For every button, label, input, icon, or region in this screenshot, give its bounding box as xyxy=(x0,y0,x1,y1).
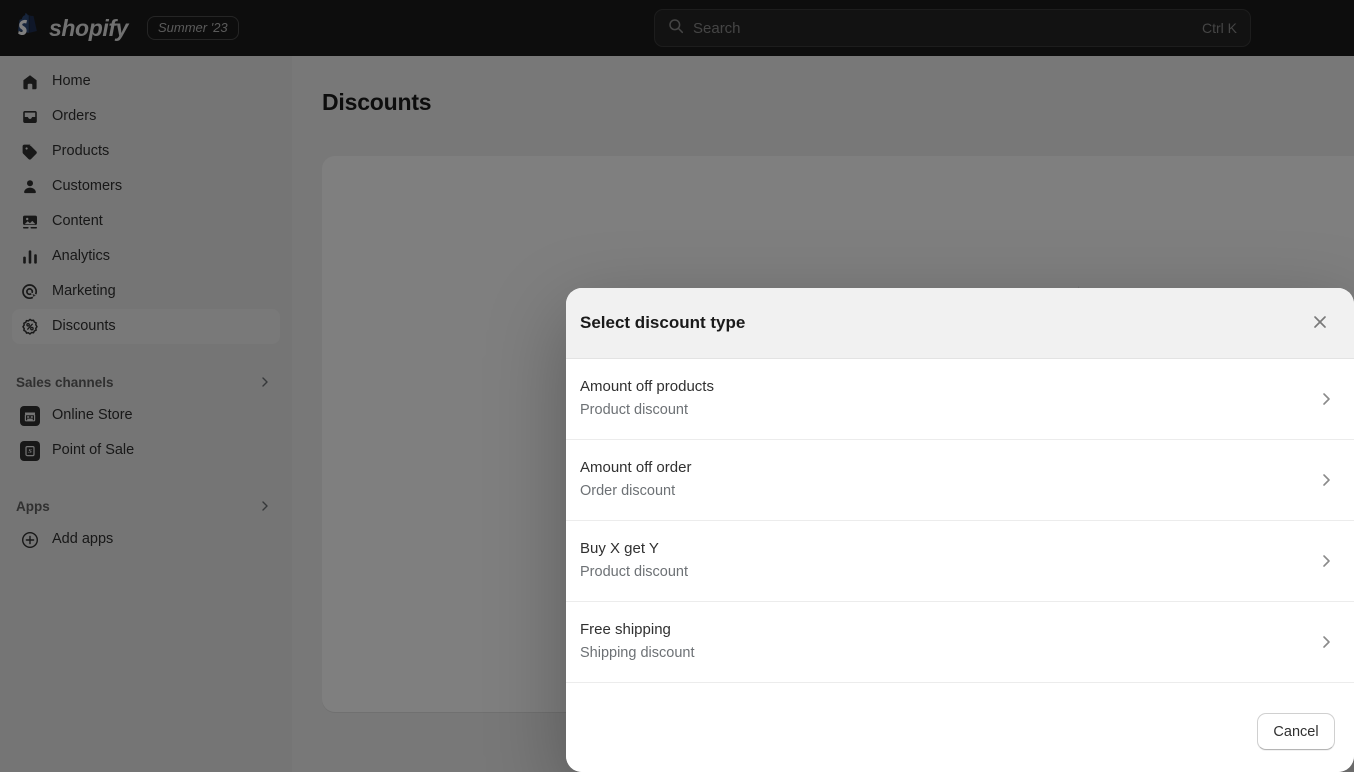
dialog-footer: Cancel xyxy=(566,691,1354,772)
discount-option-amount-off-order[interactable]: Amount off order Order discount xyxy=(566,440,1354,521)
option-text: Amount off products Product discount xyxy=(580,375,1318,422)
shopify-admin-window: shopify Summer '23 Search Ctrl K Home xyxy=(0,0,1354,772)
dialog-header: Select discount type xyxy=(566,288,1354,359)
option-subtitle: Product discount xyxy=(580,402,689,419)
chevron-right-icon xyxy=(1318,553,1334,569)
discount-type-list: Amount off products Product discount Amo… xyxy=(566,359,1354,691)
discount-option-amount-off-products[interactable]: Amount off products Product discount xyxy=(566,359,1354,440)
option-subtitle: Shipping discount xyxy=(580,645,695,662)
chevron-right-icon xyxy=(1318,472,1334,488)
discount-option-buy-x-get-y[interactable]: Buy X get Y Product discount xyxy=(566,521,1354,602)
discount-option-free-shipping[interactable]: Free shipping Shipping discount xyxy=(566,602,1354,683)
cancel-button[interactable]: Cancel xyxy=(1257,713,1335,750)
option-text: Amount off order Order discount xyxy=(580,456,1318,503)
option-title: Amount off products xyxy=(580,378,714,396)
close-button[interactable] xyxy=(1304,307,1336,339)
option-text: Free shipping Shipping discount xyxy=(580,618,1318,665)
option-subtitle: Order discount xyxy=(580,483,676,500)
option-text: Buy X get Y Product discount xyxy=(580,537,1318,584)
select-discount-type-dialog: Select discount type Amount off products… xyxy=(566,288,1354,772)
close-icon xyxy=(1312,314,1328,333)
option-title: Free shipping xyxy=(580,621,671,639)
dialog-title: Select discount type xyxy=(580,313,746,332)
chevron-right-icon xyxy=(1318,634,1334,650)
option-title: Buy X get Y xyxy=(580,540,659,558)
option-title: Amount off order xyxy=(580,459,692,477)
option-subtitle: Product discount xyxy=(580,564,689,581)
chevron-right-icon xyxy=(1318,391,1334,407)
